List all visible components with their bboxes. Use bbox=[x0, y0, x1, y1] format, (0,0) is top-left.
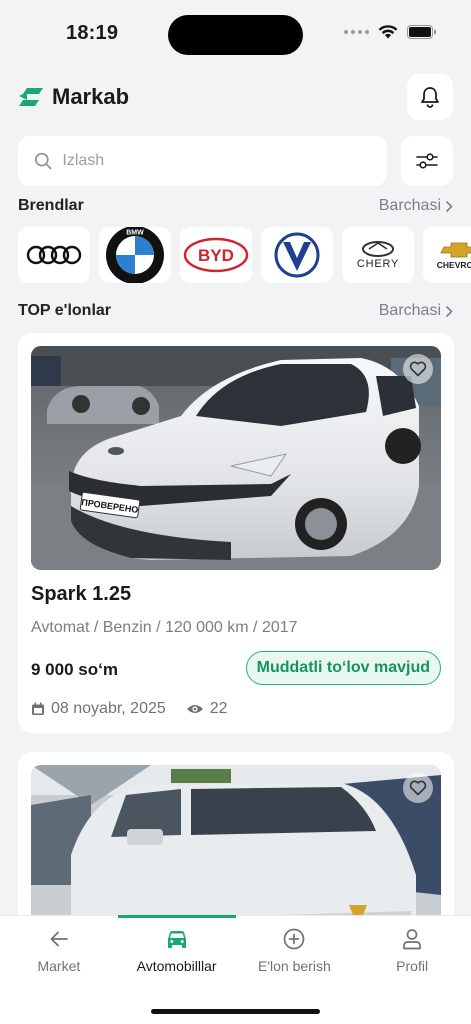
dynamic-island bbox=[168, 15, 303, 55]
home-indicator[interactable] bbox=[151, 1009, 320, 1014]
calendar-icon bbox=[32, 702, 44, 715]
app-logo: Markab bbox=[18, 84, 129, 110]
heart-icon bbox=[409, 780, 427, 796]
nav-profile-label: Profil bbox=[396, 958, 429, 974]
brand-audi[interactable] bbox=[18, 227, 90, 283]
markab-logo-icon bbox=[19, 88, 43, 106]
car-icon bbox=[167, 931, 186, 948]
chevron-right-icon bbox=[445, 305, 453, 317]
views-count: 22 bbox=[209, 700, 228, 717]
nav-post-ad-label: E'lon berish bbox=[258, 958, 331, 974]
user-icon bbox=[403, 929, 421, 950]
search-input[interactable] bbox=[62, 152, 387, 170]
chery-logo-icon: CHERY bbox=[357, 241, 399, 270]
installment-badge: Muddatli to‘lov mavjud bbox=[245, 651, 441, 685]
brands-see-all-link[interactable]: Barchasi bbox=[379, 197, 453, 215]
brands-header: Brendlar Barchasi bbox=[18, 197, 453, 215]
listing-views: 22 bbox=[186, 700, 228, 718]
changan-logo-icon bbox=[274, 232, 320, 278]
byd-logo-text: BYD bbox=[198, 246, 234, 265]
nav-cars[interactable]: Avtomobilllar bbox=[117, 915, 236, 987]
listing-card[interactable]: ПРОВЕРЕНО Spark 1.25 Avtomat / Benzin / … bbox=[18, 333, 454, 733]
nav-profile[interactable]: Profil bbox=[353, 916, 471, 987]
audi-logo-icon bbox=[26, 245, 82, 265]
listing-meta: 08 noyabr, 2025 22 bbox=[31, 700, 228, 718]
notifications-button[interactable] bbox=[407, 74, 453, 120]
nav-market-label: Market bbox=[37, 958, 81, 974]
brands-title: Brendlar bbox=[18, 197, 84, 214]
brand-bmw[interactable]: BMW bbox=[99, 227, 171, 283]
brands-see-all-label: Barchasi bbox=[378, 197, 441, 214]
brand-chery[interactable]: CHERY bbox=[342, 227, 414, 283]
bell-icon bbox=[421, 87, 439, 108]
status-time: 18:19 bbox=[66, 22, 119, 44]
app-header: Markab bbox=[18, 74, 453, 120]
eye-icon bbox=[186, 705, 203, 713]
battery-icon bbox=[407, 24, 436, 39]
arrow-left-icon bbox=[50, 931, 68, 947]
top-see-all-label: Barchasi bbox=[378, 302, 441, 319]
app-name: Markab bbox=[52, 84, 130, 109]
bottom-navigation: Market Avtomobilllar E'lon berish Profil bbox=[0, 915, 471, 987]
listing-date: 08 noyabr, 2025 bbox=[51, 700, 166, 717]
wifi-icon bbox=[378, 25, 398, 39]
nav-market[interactable]: Market bbox=[0, 916, 118, 987]
bmw-logo-icon: BMW bbox=[106, 227, 164, 283]
status-icons bbox=[344, 24, 437, 39]
favorite-button[interactable] bbox=[403, 354, 433, 384]
favorite-button[interactable] bbox=[403, 773, 433, 803]
plus-circle-icon bbox=[284, 928, 305, 950]
search-icon bbox=[35, 152, 52, 170]
filter-button[interactable] bbox=[401, 136, 453, 186]
chevrolet-logo-icon: CHEVROLET bbox=[437, 242, 471, 270]
search-box[interactable] bbox=[18, 136, 387, 186]
chevron-right-icon bbox=[445, 200, 453, 212]
heart-icon bbox=[409, 361, 427, 377]
top-see-all-link[interactable]: Barchasi bbox=[379, 302, 453, 320]
chevrolet-logo-text: CHEVROLET bbox=[437, 260, 471, 270]
car-title: Spark 1.25 bbox=[31, 583, 132, 605]
status-bar: 18:19 bbox=[0, 0, 471, 66]
home-indicator-area bbox=[0, 987, 471, 1024]
search-row bbox=[18, 136, 453, 186]
cellular-signal-icon bbox=[344, 29, 369, 34]
svg-text:BMW: BMW bbox=[126, 230, 144, 237]
byd-logo-icon: BYD bbox=[183, 237, 249, 273]
car-price: 9 000 so‘m bbox=[31, 660, 118, 679]
top-listings-title: TOP e'lonlar bbox=[18, 302, 112, 319]
car-specs: Avtomat / Benzin / 120 000 km / 2017 bbox=[31, 619, 298, 636]
chery-logo-text: CHERY bbox=[357, 258, 399, 270]
brand-chevrolet[interactable]: CHEVROLET bbox=[423, 227, 471, 283]
car-photo[interactable]: ПРОВЕРЕНО bbox=[31, 346, 441, 570]
nav-post-ad[interactable]: E'lon berish bbox=[236, 916, 354, 987]
nav-cars-label: Avtomobilllar bbox=[136, 958, 217, 974]
car-photo-image: ПРОВЕРЕНО bbox=[31, 346, 441, 570]
filter-sliders-icon bbox=[416, 153, 438, 169]
brand-changan[interactable] bbox=[261, 227, 333, 283]
brands-carousel[interactable]: BMW BYD CHERY CHEVROLET bbox=[18, 227, 471, 283]
brand-byd[interactable]: BYD bbox=[180, 227, 252, 283]
top-listings-header: TOP e'lonlar Barchasi bbox=[18, 302, 453, 320]
